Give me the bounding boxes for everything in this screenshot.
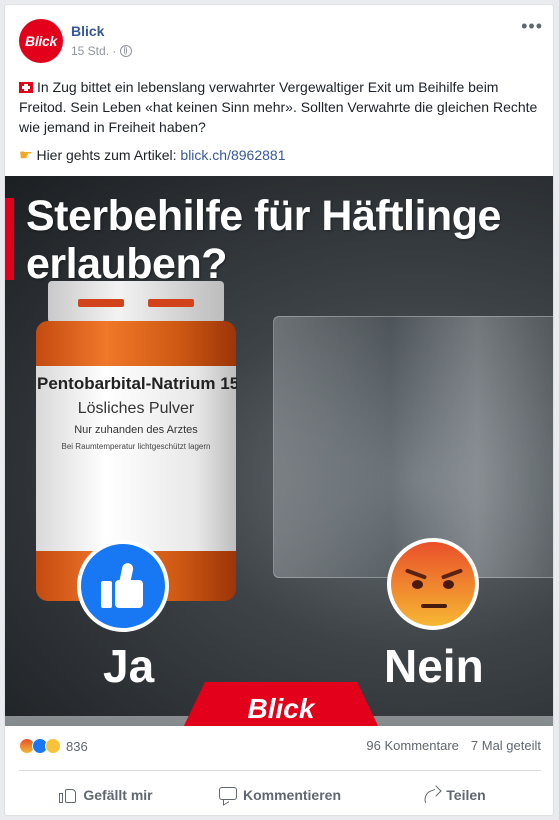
engagement-counts: 96 Kommentare 7 Mal geteilt [366, 738, 541, 753]
bottle-label-subtitle: Lösliches Pulver [77, 400, 195, 417]
bottle-label-title: Pentobarbital-Natrium 15 [37, 374, 237, 393]
post-header: Blick Blick 15 Std. · ••• [19, 17, 543, 69]
post-text: In Zug bittet ein lebenslang verwahrter … [19, 77, 541, 137]
bottle-label-storage: Bei Raumtemperatur lichtgeschützt lagern [61, 442, 211, 451]
headline-line-1: Sterbehilfe für Häftlinge [26, 192, 501, 240]
brand-text: Blick [247, 693, 315, 724]
shares-count[interactable]: 7 Mal geteilt [471, 738, 541, 753]
blick-brand-logo: Blick [181, 682, 381, 726]
image-headline: Sterbehilfe für Häftlinge erlauben? [26, 192, 501, 288]
share-button[interactable]: Teilen [367, 779, 541, 811]
pointing-hand-icon: ☛ [19, 147, 33, 164]
sad-reaction-icon [45, 738, 61, 754]
swiss-flag-icon [19, 82, 33, 93]
like-reaction-icon [77, 540, 169, 632]
like-button-label: Gefällt mir [83, 787, 153, 803]
angry-reaction-icon [387, 538, 479, 630]
post-meta: 15 Std. · [71, 44, 133, 58]
cap-slit [78, 299, 124, 307]
water-glass [273, 316, 553, 578]
post-card: Blick Blick 15 Std. · ••• In Zug bittet … [4, 4, 554, 816]
vote-no-label: Nein [384, 640, 484, 692]
article-link-line: ☛ Hier gehts zum Artikel: blick.ch/896288… [19, 146, 285, 164]
bottle-label-note: Nur zuhanden des Arztes [74, 424, 198, 436]
thumbs-up-icon [59, 786, 77, 804]
vote-yes-label: Ja [103, 640, 155, 692]
more-options-icon[interactable]: ••• [521, 17, 543, 35]
globe-icon [120, 45, 133, 57]
comments-count[interactable]: 96 Kommentare [366, 738, 459, 753]
headline-line-2: erlauben? [26, 240, 227, 288]
post-image[interactable]: Pentobarbital-Natrium 15 Lösliches Pulve… [5, 176, 553, 726]
comment-button-label: Kommentieren [242, 787, 342, 803]
reactions-count[interactable]: 836 [66, 739, 88, 754]
avatar-logo-text: Blick [25, 33, 57, 49]
share-button-label: Teilen [446, 787, 486, 803]
headline-accent-bar [5, 198, 14, 280]
divider [19, 770, 541, 771]
comment-icon [218, 786, 237, 804]
thumbs-up-icon [101, 562, 145, 609]
comment-button[interactable]: Kommentieren [193, 779, 367, 811]
page-name-link[interactable]: Blick [71, 23, 104, 39]
like-button[interactable]: Gefällt mir [19, 779, 193, 811]
post-actions: Gefällt mir Kommentieren Teilen [19, 779, 541, 811]
post-timestamp[interactable]: 15 Std. · [71, 44, 116, 58]
avatar[interactable]: Blick [19, 19, 63, 63]
reactions-summary[interactable]: 836 [19, 738, 88, 754]
article-link[interactable]: blick.ch/8962881 [180, 147, 285, 163]
post-text-body: In Zug bittet ein lebenslang verwahrter … [19, 79, 538, 135]
cap-slit [148, 299, 194, 307]
post-stats: 836 96 Kommentare 7 Mal geteilt [19, 738, 541, 758]
link-prefix: Hier gehts zum Artikel: [36, 147, 177, 163]
share-arrow-icon [422, 786, 440, 804]
